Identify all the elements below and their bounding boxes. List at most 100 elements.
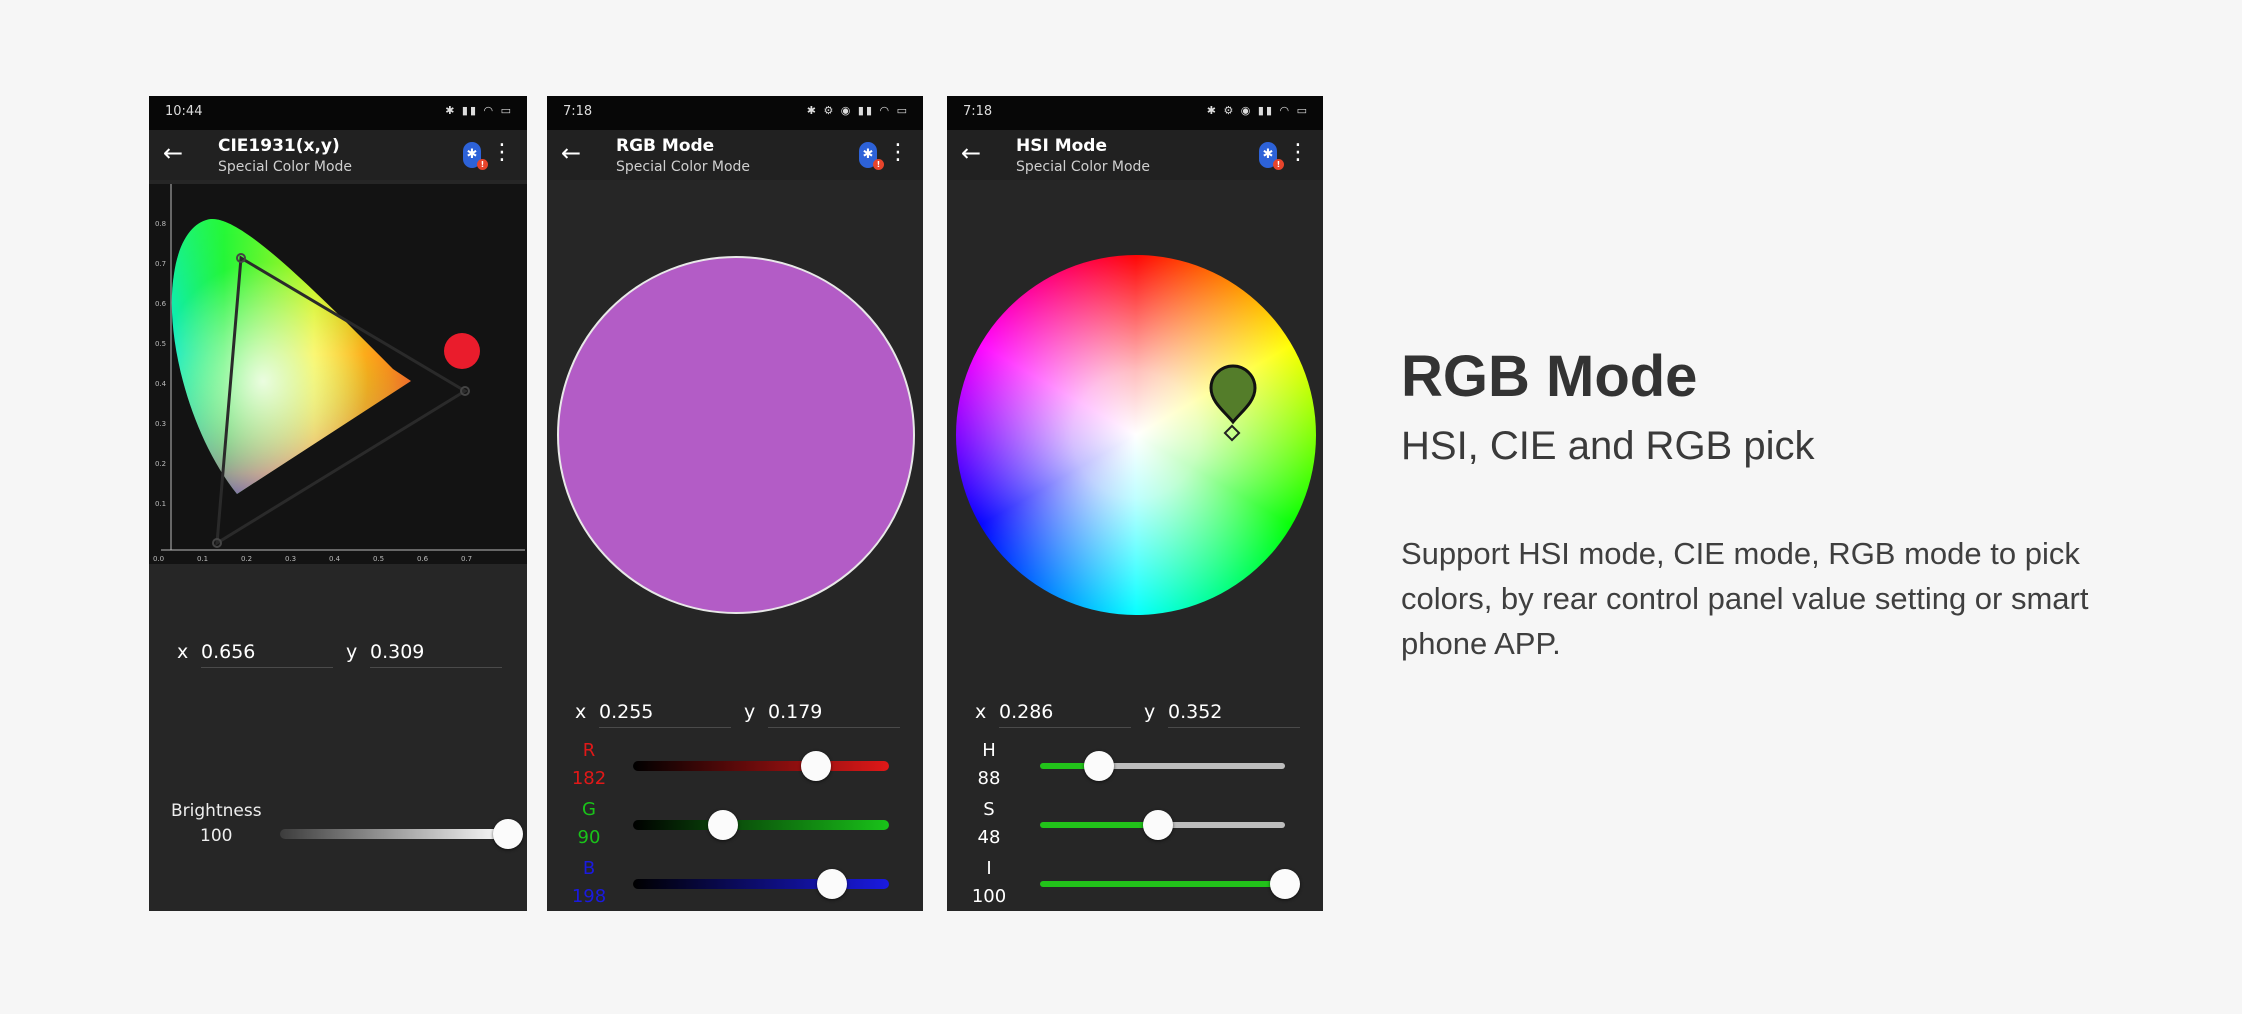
app-bar: ← CIE1931(x,y) Special Color Mode ✱! ⋮ — [149, 130, 527, 180]
content-description: Support HSI mode, CIE mode, RGB mode to … — [1401, 536, 2089, 661]
x-tick-label: 0.3 — [285, 555, 296, 563]
r-label: R — [582, 740, 596, 761]
g-value: 90 — [577, 827, 601, 848]
y-tick-label: 0.7 — [155, 260, 166, 268]
warning-badge: ! — [1273, 159, 1284, 170]
bluetooth-icon[interactable]: ✱! — [859, 142, 884, 170]
slider-label-i: I 100 — [969, 855, 1009, 911]
b-track — [633, 879, 889, 889]
x-label: x — [575, 701, 587, 723]
y-tick-label: 0.6 — [155, 300, 167, 308]
x-value-field[interactable]: 0.286 — [999, 701, 1131, 728]
y-value-field[interactable]: 0.309 — [370, 641, 502, 668]
status-bar: 10:44 ✱ ▮▮ ◠ ▭ — [149, 96, 527, 130]
status-time: 7:18 — [563, 104, 593, 119]
status-icons: ✱ ⚙ ◉ ▮▮ ◠ ▭ — [1206, 104, 1309, 117]
app-bar: ← HSI Mode Special Color Mode ✱! ⋮ — [947, 130, 1323, 180]
y-value-field[interactable]: 0.352 — [1168, 701, 1300, 728]
back-arrow-icon[interactable]: ← — [163, 139, 183, 167]
phone-hsi-screen: 7:18 ✱ ⚙ ◉ ▮▮ ◠ ▭ ← HSI Mode Special Col… — [947, 96, 1323, 911]
r-slider[interactable] — [633, 751, 889, 781]
h-label: H — [982, 740, 996, 761]
y-tick-label: 0.4 — [155, 380, 167, 388]
slider-row-i: I 100 — [947, 855, 1323, 911]
x-tick-label: 0.7 — [461, 555, 472, 563]
y-value-field[interactable]: 0.179 — [768, 701, 900, 728]
slider-row-h: H 88 — [947, 737, 1323, 793]
xy-readout: x 0.656 y 0.309 — [149, 633, 527, 673]
g-slider[interactable] — [633, 810, 889, 840]
g-label: G — [582, 799, 596, 820]
b-knob[interactable] — [816, 869, 847, 899]
status-icons: ✱ ⚙ ◉ ▮▮ ◠ ▭ — [806, 104, 909, 117]
i-label: I — [986, 858, 992, 879]
x-label: x — [177, 641, 189, 663]
y-label: y — [346, 641, 358, 663]
x-tick-label: 0.2 — [241, 555, 252, 563]
x-value-field[interactable]: 0.255 — [599, 701, 731, 728]
g-knob[interactable] — [708, 810, 739, 840]
x-value-field[interactable]: 0.656 — [201, 641, 333, 668]
x-tick-label: 0.4 — [329, 555, 341, 563]
i-track — [1040, 881, 1285, 887]
h-knob[interactable] — [1083, 751, 1114, 781]
g-track — [633, 820, 889, 830]
s-slider[interactable] — [1040, 810, 1285, 840]
more-vert-icon[interactable]: ⋮ — [1287, 142, 1309, 164]
s-knob[interactable] — [1142, 810, 1173, 840]
i-knob[interactable] — [1270, 869, 1300, 899]
b-slider[interactable] — [633, 869, 889, 899]
x-tick-label: 0.0 — [153, 555, 164, 563]
slider-label-b: B 198 — [569, 855, 609, 911]
back-arrow-icon[interactable]: ← — [961, 139, 981, 167]
wheel-marker-pin — [1209, 364, 1257, 425]
brightness-label: Brightness — [171, 801, 262, 821]
slider-label-s: S 48 — [969, 796, 1009, 852]
warning-badge: ! — [873, 159, 884, 170]
more-vert-icon[interactable]: ⋮ — [887, 142, 909, 164]
s-label: S — [983, 799, 995, 820]
y-label: y — [1144, 701, 1156, 723]
xy-readout: x 0.286 y 0.352 — [947, 693, 1323, 733]
more-vert-icon[interactable]: ⋮ — [491, 142, 513, 164]
h-track — [1040, 763, 1285, 769]
r-track — [633, 761, 889, 771]
y-tick-label: 0.1 — [155, 500, 166, 508]
slider-row-s: S 48 — [947, 796, 1323, 852]
x-tick-label: 0.5 — [373, 555, 384, 563]
slider-row-r: R 182 — [547, 737, 923, 793]
h-value: 88 — [977, 768, 1001, 789]
phone-cie-screen: 10:44 ✱ ▮▮ ◠ ▭ ← CIE1931(x,y) Special Co… — [149, 96, 527, 911]
y-tick-label: 0.8 — [155, 220, 166, 228]
i-slider[interactable] — [1040, 869, 1300, 899]
wheel-marker[interactable] — [1203, 362, 1263, 452]
brightness-knob[interactable] — [493, 819, 523, 849]
color-preview-circle[interactable] — [557, 256, 915, 614]
brightness-value: 100 — [200, 826, 233, 846]
y-tick-label: 0.5 — [155, 340, 166, 348]
screen-title: RGB Mode — [616, 136, 715, 156]
brightness-slider[interactable] — [280, 819, 523, 849]
color-point-marker[interactable] — [444, 333, 480, 369]
b-label: B — [582, 858, 596, 879]
x-label: x — [975, 701, 987, 723]
phone-rgb-screen: 7:18 ✱ ⚙ ◉ ▮▮ ◠ ▭ ← RGB Mode Special Col… — [547, 96, 923, 911]
screen-subtitle: Special Color Mode — [218, 159, 353, 175]
warning-badge: ! — [477, 159, 488, 170]
r-knob[interactable] — [800, 751, 831, 781]
i-value: 100 — [971, 886, 1007, 907]
content-title: RGB Mode — [1401, 344, 1698, 409]
slider-label-r: R 182 — [569, 737, 609, 793]
y-tick-label: 0.3 — [155, 420, 166, 428]
wheel-marker-diamond — [1223, 424, 1241, 442]
brightness-track — [280, 829, 508, 839]
bluetooth-icon[interactable]: ✱! — [463, 142, 488, 170]
slider-row-g: G 90 — [547, 796, 923, 852]
cie-chromaticity-diagram[interactable]: 0.8 0.7 0.6 0.5 0.4 0.3 0.2 0.1 0.0 0.1 0.2 0.3 0.4… — [149, 184, 527, 564]
r-value: 182 — [571, 768, 607, 789]
back-arrow-icon[interactable]: ← — [561, 139, 581, 167]
x-tick-label: 0.1 — [197, 555, 208, 563]
h-slider[interactable] — [1040, 751, 1285, 781]
screen-subtitle: Special Color Mode — [616, 159, 751, 175]
bluetooth-icon[interactable]: ✱! — [1259, 142, 1284, 170]
